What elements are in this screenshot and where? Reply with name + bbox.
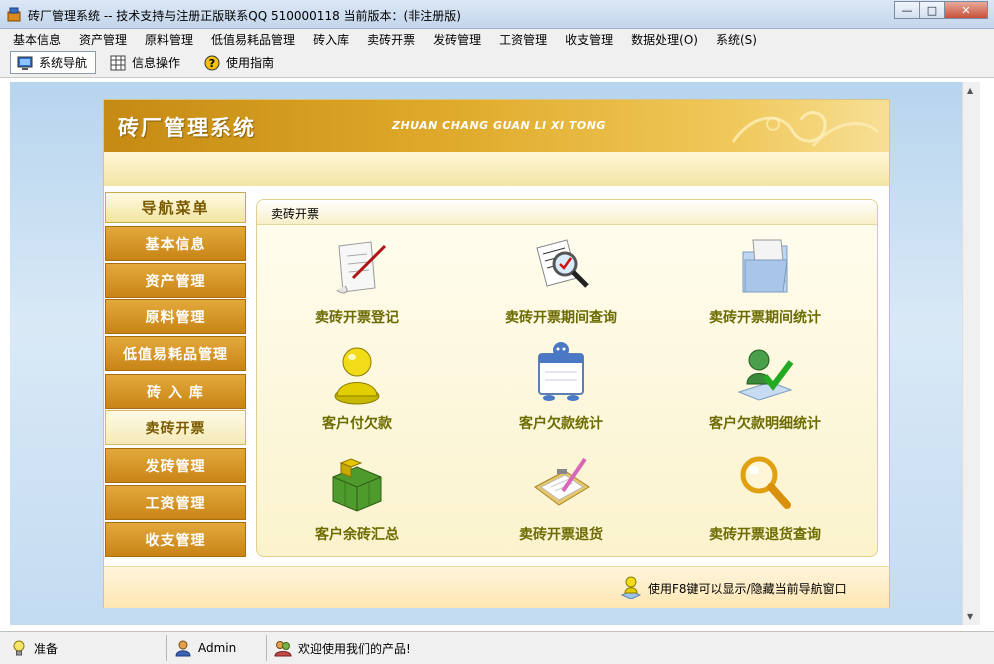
toolbar: 系统导航 信息操作 ? 使用指南 (0, 49, 994, 78)
user-check-icon (737, 349, 794, 401)
func-customer-debt-stats[interactable]: 客户欠款统计 (461, 340, 661, 440)
func-sales-return-label: 卖砖开票退货 (519, 527, 603, 543)
nav-item-assets[interactable]: 资产管理 (105, 263, 246, 298)
nav-item-basic-info[interactable]: 基本信息 (105, 226, 246, 261)
nav-item-wages[interactable]: 工资管理 (105, 485, 246, 520)
calendar-mascot-icon (538, 342, 584, 401)
func-sales-return-query-label: 卖砖开票退货查询 (709, 527, 821, 543)
status-ready: 准备 (10, 636, 58, 660)
func-customer-debt-stats-label: 客户欠款统计 (519, 416, 603, 432)
function-panel-header: 卖砖开票 (257, 200, 877, 225)
status-user-text: Admin (198, 641, 237, 655)
menu-system[interactable]: 系统(S) (707, 31, 766, 48)
menu-consumables[interactable]: 低值易耗品管理 (202, 31, 304, 48)
tab-user-guide[interactable]: ? 使用指南 (198, 51, 286, 74)
green-blocks-icon (332, 458, 382, 512)
vertical-scrollbar[interactable]: ▲ ▼ (962, 82, 980, 625)
tab-user-guide-label: 使用指南 (226, 56, 275, 70)
nav-item-brick-delivery[interactable]: 发砖管理 (105, 448, 246, 483)
help-icon: ? (204, 55, 220, 70)
document-magnifier-icon (536, 239, 589, 288)
function-panel-title: 卖砖开票 (271, 207, 320, 221)
tab-system-nav-label: 系统导航 (39, 56, 88, 70)
func-sales-period-query[interactable]: 卖砖开票期间查询 (461, 234, 661, 334)
menu-materials[interactable]: 原料管理 (136, 31, 202, 48)
func-sales-period-query-label: 卖砖开票期间查询 (505, 310, 617, 326)
swirl-ornament-icon (731, 111, 880, 147)
menu-wages[interactable]: 工资管理 (490, 31, 556, 48)
people-icon (274, 641, 292, 657)
func-sales-return[interactable]: 卖砖开票退货 (461, 451, 661, 551)
scroll-up-icon[interactable]: ▲ (967, 86, 973, 95)
close-button[interactable]: ✕ (944, 1, 988, 19)
nav-item-brick-inbound[interactable]: 砖 入 库 (105, 374, 246, 409)
func-sales-register[interactable]: 卖砖开票登记 (257, 234, 457, 334)
magnifier-icon (740, 456, 791, 509)
status-welcome: 欢迎使用我们的产品! (274, 636, 411, 660)
monitor-icon (17, 56, 33, 70)
title-bar[interactable]: 砖厂管理系统 -- 技术支持与注册正版联系QQ 510000118 当前版本：(… (0, 0, 994, 29)
tab-info-ops[interactable]: 信息操作 (104, 51, 190, 74)
menu-basic-info[interactable]: 基本信息 (4, 31, 70, 48)
status-welcome-text: 欢迎使用我们的产品! (298, 641, 411, 656)
nav-item-income-expense[interactable]: 收支管理 (105, 522, 246, 557)
banner-title: 砖厂管理系统 (118, 116, 256, 140)
menu-income-expense[interactable]: 收支管理 (556, 31, 622, 48)
banner: 砖厂管理系统 ZHUAN CHANG GUAN LI XI TONG (104, 100, 889, 152)
nav-item-consumables[interactable]: 低值易耗品管理 (105, 336, 246, 371)
menu-assets[interactable]: 资产管理 (70, 31, 136, 48)
status-ready-text: 准备 (34, 641, 59, 656)
nav-item-brick-sales[interactable]: 卖砖开票 (105, 410, 246, 445)
status-bar: 准备 Admin 欢迎使用我们的产品! (0, 631, 994, 664)
window-title: 砖厂管理系统 -- 技术支持与注册正版联系QQ 510000118 当前版本：(… (28, 9, 461, 23)
main-panel: 砖厂管理系统 ZHUAN CHANG GUAN LI XI TONG 导航菜单 … (103, 99, 890, 608)
app-icon (7, 7, 21, 22)
nav-menu-header: 导航菜单 (105, 192, 246, 223)
status-user: Admin (174, 636, 236, 660)
folder-document-icon (742, 239, 788, 293)
func-customer-debt-detail-label: 客户欠款明细统计 (709, 416, 821, 432)
tip-user-icon (620, 576, 642, 599)
banner-stripe (104, 152, 889, 186)
menu-data[interactable]: 数据处理(O) (622, 31, 707, 48)
menu-brick-delivery[interactable]: 发砖管理 (424, 31, 490, 48)
minimize-button[interactable]: — (894, 1, 920, 19)
banner-subtitle: ZHUAN CHANG GUAN LI XI TONG (392, 119, 606, 132)
menu-brick-sales[interactable]: 卖砖开票 (358, 31, 424, 48)
func-sales-return-query[interactable]: 卖砖开票退货查询 (665, 451, 865, 551)
scroll-quill-icon (336, 241, 387, 294)
hint-bar: 使用F8键可以显示/隐藏当前导航窗口 (104, 566, 889, 608)
menu-bar: 基本信息 资产管理 原料管理 低值易耗品管理 砖入库 卖砖开票 发砖管理 工资管… (0, 29, 994, 49)
tab-info-ops-label: 信息操作 (132, 56, 181, 70)
user-icon (334, 347, 380, 405)
func-sales-period-stats-label: 卖砖开票期间统计 (709, 310, 821, 326)
user-avatar-icon (175, 640, 191, 657)
scroll-down-icon[interactable]: ▼ (967, 612, 973, 621)
func-customer-brick-summary[interactable]: 客户余砖汇总 (257, 451, 457, 551)
menu-brick-inbound[interactable]: 砖入库 (304, 31, 358, 48)
hint-text: 使用F8键可以显示/隐藏当前导航窗口 (648, 582, 847, 596)
lightbulb-icon (13, 640, 25, 656)
grid-icon (110, 55, 126, 70)
nav-item-materials[interactable]: 原料管理 (105, 299, 246, 334)
func-customer-payment[interactable]: 客户付欠款 (257, 340, 457, 440)
func-customer-debt-detail[interactable]: 客户欠款明细统计 (665, 340, 865, 440)
tab-system-nav[interactable]: 系统导航 (10, 51, 96, 74)
func-customer-brick-summary-label: 客户余砖汇总 (315, 527, 399, 543)
func-sales-period-stats[interactable]: 卖砖开票期间统计 (665, 234, 865, 334)
function-panel: 卖砖开票 卖砖开票登记 卖砖开票期间查询 卖砖开票期间统计 客户付欠款 客户欠款… (256, 199, 878, 557)
clipboard-pencil-icon (534, 457, 590, 506)
svg-text:?: ? (209, 57, 215, 70)
func-sales-register-label: 卖砖开票登记 (315, 310, 399, 326)
func-customer-payment-label: 客户付欠款 (322, 416, 392, 432)
maximize-button[interactable]: □ (919, 1, 945, 19)
